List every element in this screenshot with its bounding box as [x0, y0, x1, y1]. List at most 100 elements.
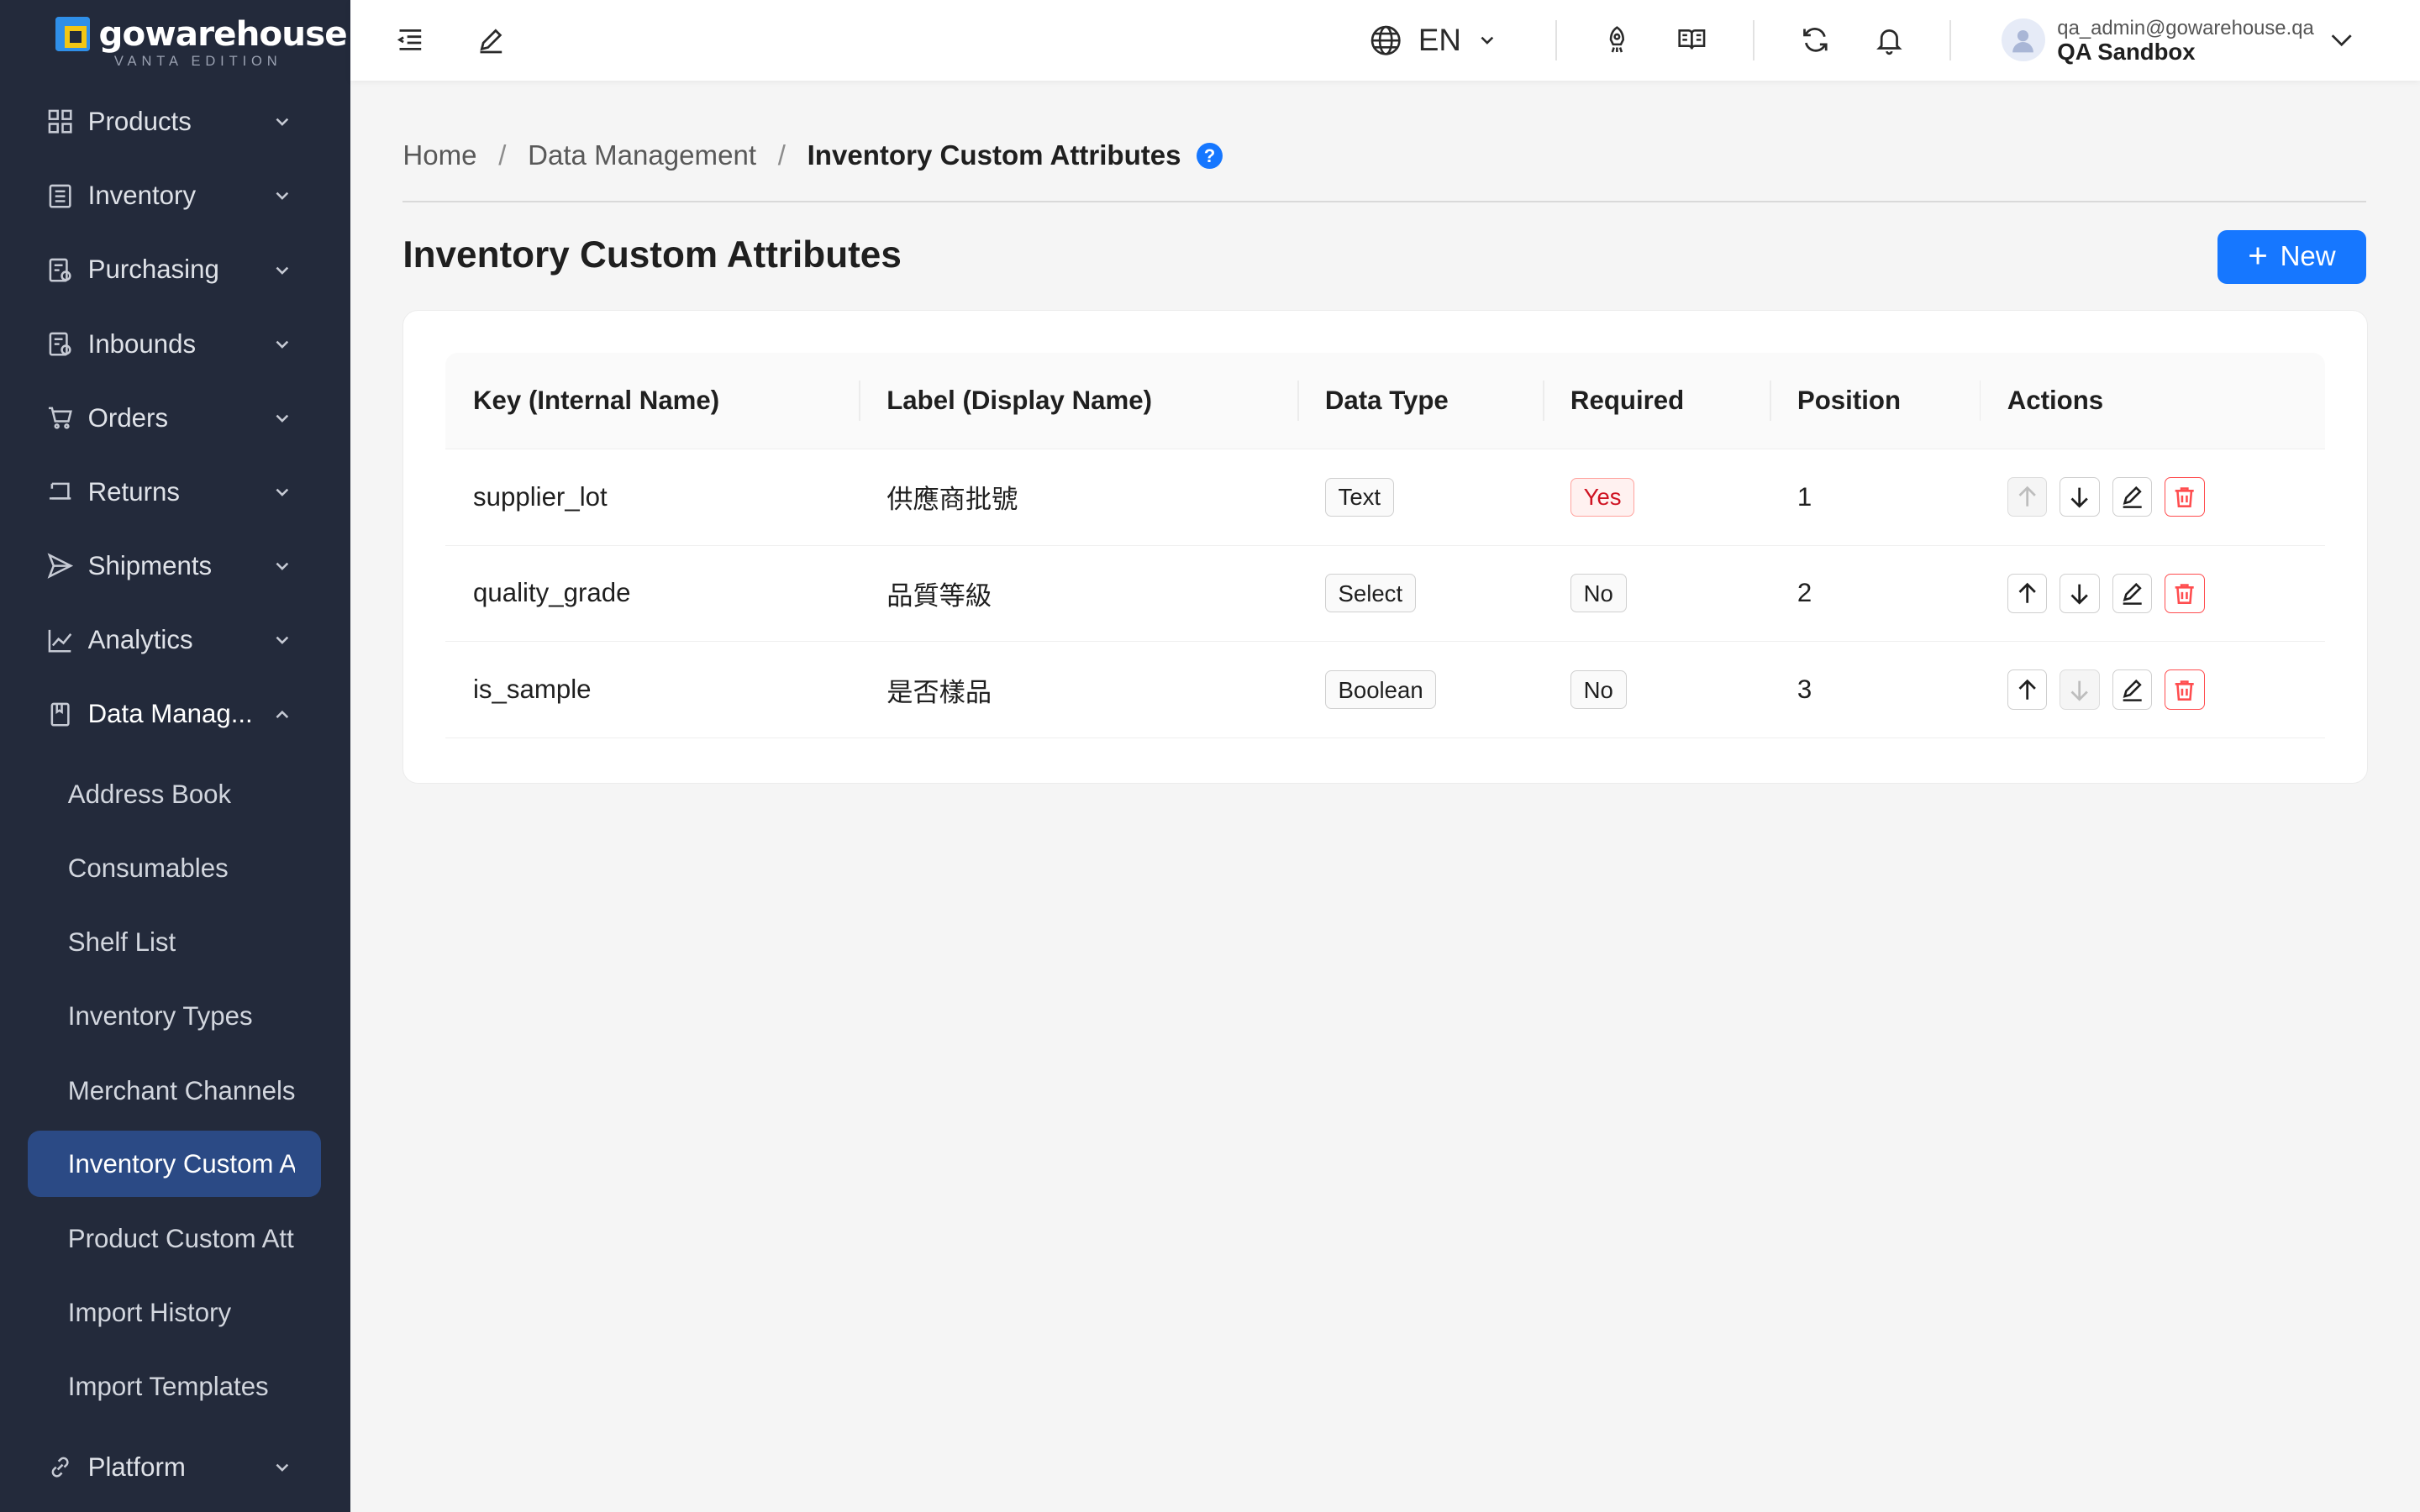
sidebar-item-label: Inbounds	[87, 328, 197, 359]
table-row: supplier_lot 供應商批號 Text Yes 1	[445, 449, 2326, 546]
plus-icon: +	[2248, 235, 2268, 275]
language-selector[interactable]: EN	[1369, 18, 1498, 61]
arrow-up-icon	[2018, 679, 2036, 700]
sidebar-subitem-product-custom-attributes[interactable]: Product Custom Attributes	[28, 1206, 321, 1271]
breadcrumb-home[interactable]: Home	[402, 140, 476, 172]
inbounds-icon	[46, 330, 74, 358]
delete-button[interactable]	[2165, 573, 2205, 614]
book-icon	[46, 701, 74, 728]
move-up-button[interactable]	[2007, 573, 2048, 614]
sidebar-item-inventory[interactable]: Inventory	[28, 164, 321, 228]
user-email: qa_admin@gowarehouse.qa	[2057, 17, 2314, 40]
delete-button[interactable]	[2165, 476, 2205, 517]
sidebar-item-products[interactable]: Products	[28, 90, 321, 155]
sidebar-subitem-import-history[interactable]: Import History	[28, 1280, 321, 1345]
trash-icon	[2175, 680, 2194, 701]
sidebar-subitem-consumables[interactable]: Consumables	[28, 836, 321, 900]
sidebar-item-orders[interactable]: Orders	[28, 386, 321, 450]
edit-button[interactable]	[2112, 573, 2153, 614]
avatar	[2002, 18, 2045, 62]
arrow-up-icon	[2018, 582, 2036, 603]
sidebar-item-label: Platform	[87, 1452, 186, 1482]
sidebar-subitem-inventory-types[interactable]: Inventory Types	[28, 984, 321, 1049]
move-down-button[interactable]	[2060, 573, 2100, 614]
required-tag: No	[1570, 574, 1627, 613]
cell-label: 品質等級	[886, 580, 992, 611]
sidebar-item-label: Shipments	[87, 551, 213, 581]
edit-icon[interactable]	[472, 22, 509, 59]
help-icon[interactable]: ?	[1196, 142, 1223, 170]
link-icon	[46, 1453, 74, 1481]
column-separator	[1297, 380, 1299, 421]
rocket-icon[interactable]	[1599, 22, 1636, 59]
column-separator	[1769, 380, 1771, 421]
required-tag: No	[1570, 670, 1627, 710]
trash-icon	[2175, 584, 2194, 604]
attributes-table: Key (Internal Name) Label (Display Name)…	[445, 352, 2326, 739]
edit-icon	[2123, 679, 2142, 701]
user-org: QA Sandbox	[2057, 38, 2196, 65]
sidebar-item-label: Data Manag...	[87, 699, 253, 729]
arrow-up-icon	[2018, 486, 2036, 507]
sidebar-item-data-management[interactable]: Data Manag...	[28, 682, 321, 747]
chevron-down-icon	[1481, 36, 1494, 45]
sidebar-subitem-address-book[interactable]: Address Book	[28, 762, 321, 827]
move-up-button[interactable]	[2007, 669, 2048, 711]
cart-icon	[46, 404, 74, 432]
docs-book-icon[interactable]	[1673, 22, 1710, 59]
language-code: EN	[1418, 22, 1461, 57]
cell-label: 是否樣品	[886, 677, 992, 707]
logo[interactable]: gowarehouse VANTA EDITION	[55, 13, 348, 74]
edit-button[interactable]	[2112, 476, 2153, 517]
sidebar-item-label: Inventory	[87, 181, 197, 211]
sidebar-subitem-label: Product Custom Attributes	[67, 1223, 295, 1253]
edit-icon	[2123, 582, 2142, 605]
move-down-button[interactable]	[2060, 669, 2100, 711]
sidebar-subitem-import-templates[interactable]: Import Templates	[28, 1355, 321, 1420]
header-divider	[1949, 19, 1951, 60]
edit-icon	[2123, 486, 2142, 508]
user-menu[interactable]: qa_admin@gowarehouse.qa QA Sandbox	[2002, 13, 2354, 68]
sidebar-item-returns[interactable]: Returns	[28, 459, 321, 524]
sidebar-item-label: Products	[87, 107, 192, 137]
column-separator	[1979, 380, 1981, 421]
data-type-tag: Boolean	[1324, 670, 1437, 710]
move-up-button[interactable]	[2007, 476, 2048, 517]
sidebar-item-inbounds[interactable]: Inbounds	[28, 312, 321, 376]
sidebar-item-purchasing[interactable]: Purchasing	[28, 238, 321, 302]
table-row: is_sample 是否樣品 Boolean No 3	[445, 642, 2326, 739]
column-header-required: Required	[1570, 385, 1685, 415]
chevron-down-icon	[276, 414, 289, 423]
refresh-icon[interactable]	[1797, 22, 1833, 59]
sidebar-subitem-shelf-list[interactable]: Shelf List	[28, 911, 321, 975]
delete-button[interactable]	[2165, 669, 2205, 711]
menu-fold-icon[interactable]	[392, 22, 429, 59]
required-tag: Yes	[1570, 477, 1635, 517]
cell-key: is_sample	[473, 675, 592, 705]
user-icon	[2012, 30, 2034, 53]
move-down-button[interactable]	[2060, 476, 2100, 517]
new-button[interactable]: + New	[2217, 229, 2366, 284]
sidebar-subitem-inventory-custom-attributes[interactable]: Inventory Custom Attributes	[28, 1131, 322, 1198]
sidebar-item-platform[interactable]: Platform	[28, 1435, 321, 1499]
breadcrumb-current: Inventory Custom Attributes	[807, 139, 1181, 171]
sidebar-item-analytics[interactable]: Analytics	[28, 608, 321, 673]
cell-label: 供應商批號	[886, 485, 1018, 515]
chevron-down-icon	[2331, 34, 2352, 47]
column-header-position: Position	[1797, 385, 1902, 415]
breadcrumb-data-management[interactable]: Data Management	[528, 140, 756, 172]
logo-name: gowarehouse	[98, 13, 348, 55]
sidebar-item-label: Analytics	[87, 625, 193, 655]
column-header-key: Key (Internal Name)	[473, 385, 720, 415]
sidebar-item-shipments[interactable]: Shipments	[28, 533, 321, 598]
breadcrumb: Home / Data Management / Inventory Custo…	[402, 136, 1223, 176]
cell-key: supplier_lot	[473, 481, 608, 512]
sidebar-subitem-merchant-channels[interactable]: Merchant Channels	[28, 1058, 321, 1123]
bell-icon[interactable]	[1870, 22, 1907, 59]
chevron-down-icon	[276, 637, 289, 645]
sidebar-subitem-label: Address Book	[67, 779, 232, 809]
chevron-down-icon	[276, 488, 289, 496]
header-divider	[1753, 19, 1755, 60]
edit-button[interactable]	[2112, 669, 2153, 711]
sidebar-subitem-label: Shelf List	[67, 927, 176, 958]
